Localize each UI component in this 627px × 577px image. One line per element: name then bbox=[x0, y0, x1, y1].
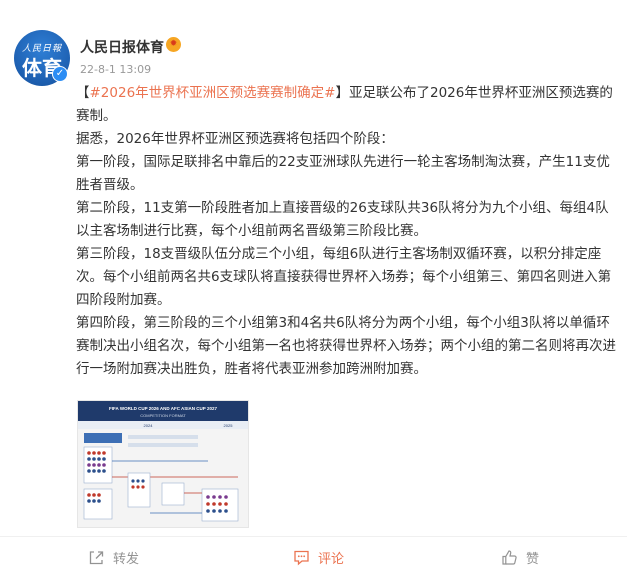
post-timestamp[interactable]: 22-8-1 13:09 bbox=[80, 63, 151, 76]
like-button[interactable]: 赞 bbox=[501, 548, 540, 567]
post-paragraph: 据悉，2026年世界杯亚洲区预选赛将包括四个阶段： bbox=[76, 131, 394, 147]
member-badge-icon[interactable]: ✹ bbox=[166, 37, 181, 52]
comment-icon bbox=[294, 550, 309, 565]
post-paragraph: 第三阶段，18支晋级队伍分成三个小组，每组6队进行主客场制双循环赛，以积分排定座… bbox=[76, 246, 612, 308]
diagram-year-left: 2024 bbox=[144, 423, 154, 428]
share-icon bbox=[89, 550, 104, 564]
post-paragraph: 第四阶段，第三阶段的三个小组第3和4名共6队将分为两个小组，每个小组3队将以单循… bbox=[76, 315, 616, 377]
share-label: 转发 bbox=[113, 551, 140, 567]
diagram-year-right: 2025 bbox=[224, 423, 234, 428]
comment-button[interactable]: 评论 bbox=[293, 548, 345, 567]
account-name[interactable]: 人民日报体育 bbox=[80, 37, 164, 57]
post-paragraph: 第二阶段，11支第一阶段胜者加上直接晋级的26支球队共36队将分为九个小组、每组… bbox=[76, 200, 609, 239]
thumbs-up-icon bbox=[502, 549, 517, 565]
post-image[interactable]: FIFA WORLD CUP 2026 AND AFC ASIAN CUP 20… bbox=[77, 400, 249, 528]
competition-format-diagram: FIFA WORLD CUP 2026 AND AFC ASIAN CUP 20… bbox=[78, 401, 248, 522]
weibo-post-card: 人民日報 体育 ✓ 人民日报体育 ✹ 22-8-1 13:09 【#2026年世… bbox=[0, 0, 627, 577]
post-headline: 【#2026年世界杯亚洲区预选赛赛制确定#】亚足联公布了2026年世界杯亚洲区预… bbox=[76, 85, 613, 124]
verified-check-icon: ✓ bbox=[52, 66, 68, 82]
diagram-header: FIFA WORLD CUP 2026 AND AFC ASIAN CUP 20… bbox=[109, 406, 217, 411]
post-text: 【#2026年世界杯亚洲区预选赛赛制确定#】亚足联公布了2026年世界杯亚洲区预… bbox=[76, 82, 616, 381]
share-button[interactable]: 转发 bbox=[88, 548, 140, 567]
diagram-subtitle: COMPETITION FORMAT bbox=[140, 413, 186, 418]
comment-label: 评论 bbox=[318, 551, 345, 567]
like-label: 赞 bbox=[526, 551, 540, 567]
footer-divider bbox=[0, 536, 627, 537]
post-paragraph: 第一阶段，国际足联排名中靠后的22支亚洲球队先进行一轮主客场制淘汰赛，产生11支… bbox=[76, 154, 610, 193]
hashtag-link[interactable]: #2026年世界杯亚洲区预选赛赛制确定# bbox=[90, 85, 336, 101]
